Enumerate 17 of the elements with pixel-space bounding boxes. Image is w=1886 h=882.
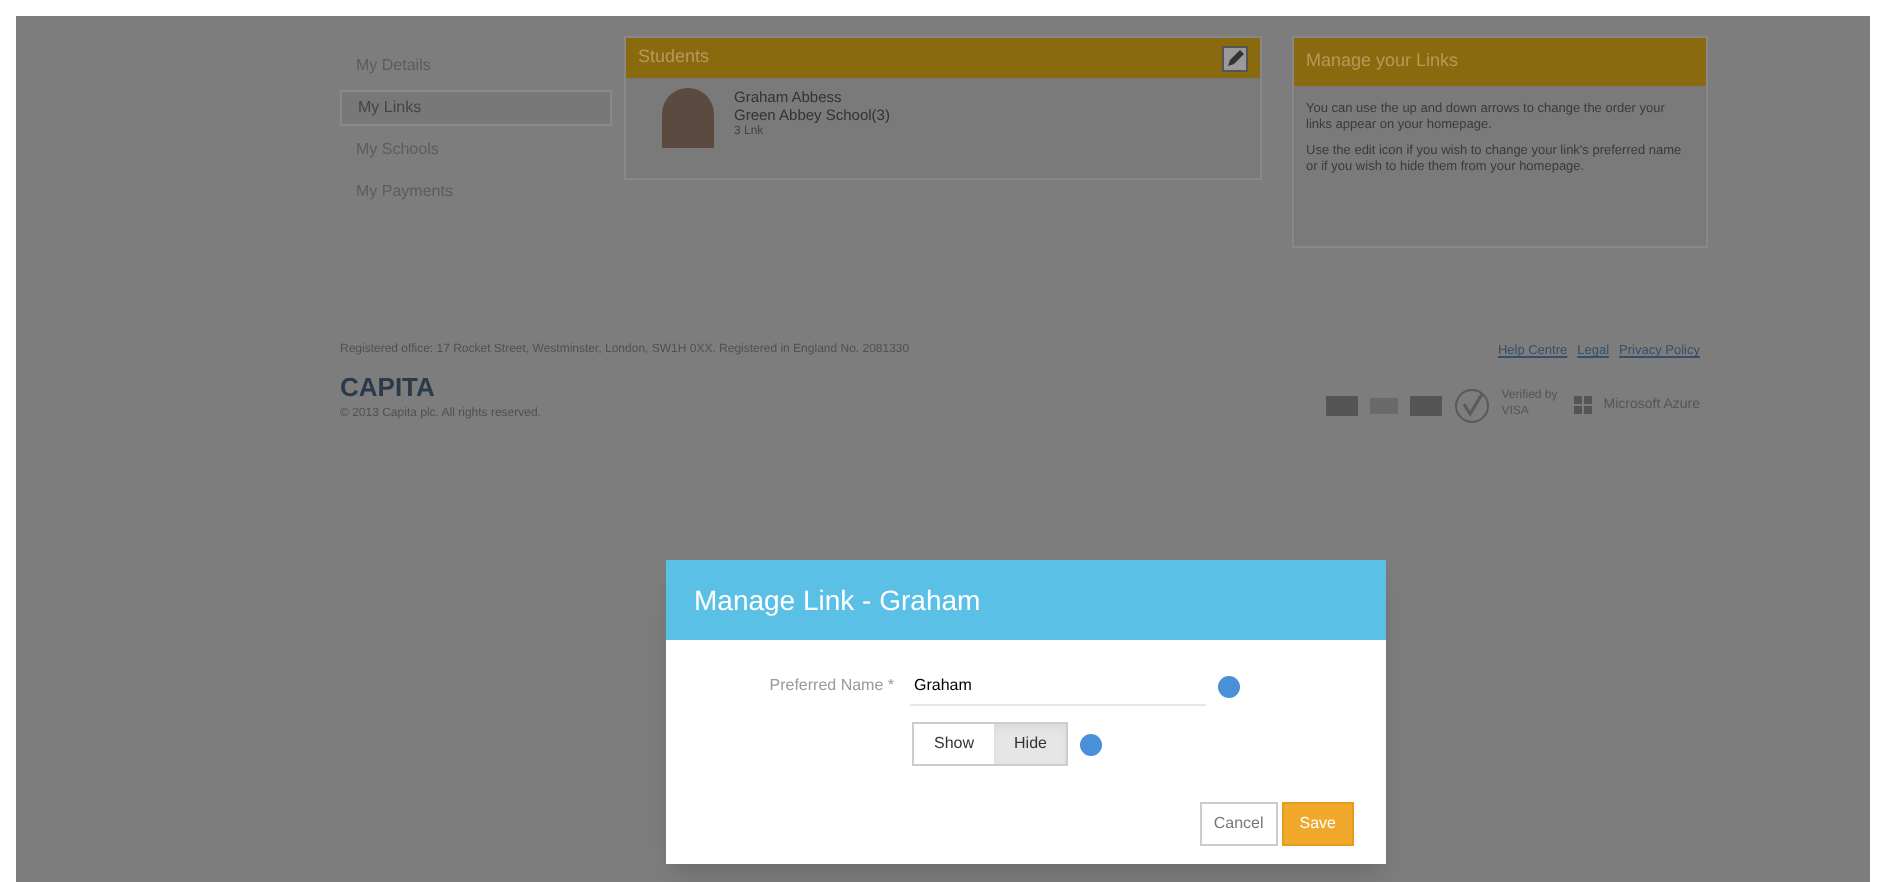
info-icon[interactable] bbox=[1218, 675, 1240, 697]
panel-title: Students bbox=[638, 44, 710, 71]
field-label: Preferred Name * bbox=[767, 674, 896, 698]
card-icon bbox=[1325, 395, 1358, 416]
dialog-title: Manage Link - Graham bbox=[694, 581, 981, 620]
cancel-button[interactable]: Cancel bbox=[1199, 802, 1278, 846]
save-button[interactable]: Save bbox=[1281, 802, 1354, 846]
preferred-name-field[interactable]: Graham bbox=[910, 666, 1206, 706]
checkmark-seal-icon bbox=[1453, 387, 1490, 424]
toggle-option[interactable]: Hide bbox=[994, 724, 1067, 764]
windows-icon bbox=[1573, 396, 1592, 415]
card-icon bbox=[1409, 395, 1442, 416]
panel-title: Manage your Links bbox=[1306, 48, 1459, 75]
capita-logo: CAPITA bbox=[340, 373, 437, 400]
photo-placeholder bbox=[662, 88, 714, 148]
edit-icon[interactable] bbox=[1222, 45, 1248, 71]
info-icon[interactable] bbox=[1080, 733, 1103, 755]
